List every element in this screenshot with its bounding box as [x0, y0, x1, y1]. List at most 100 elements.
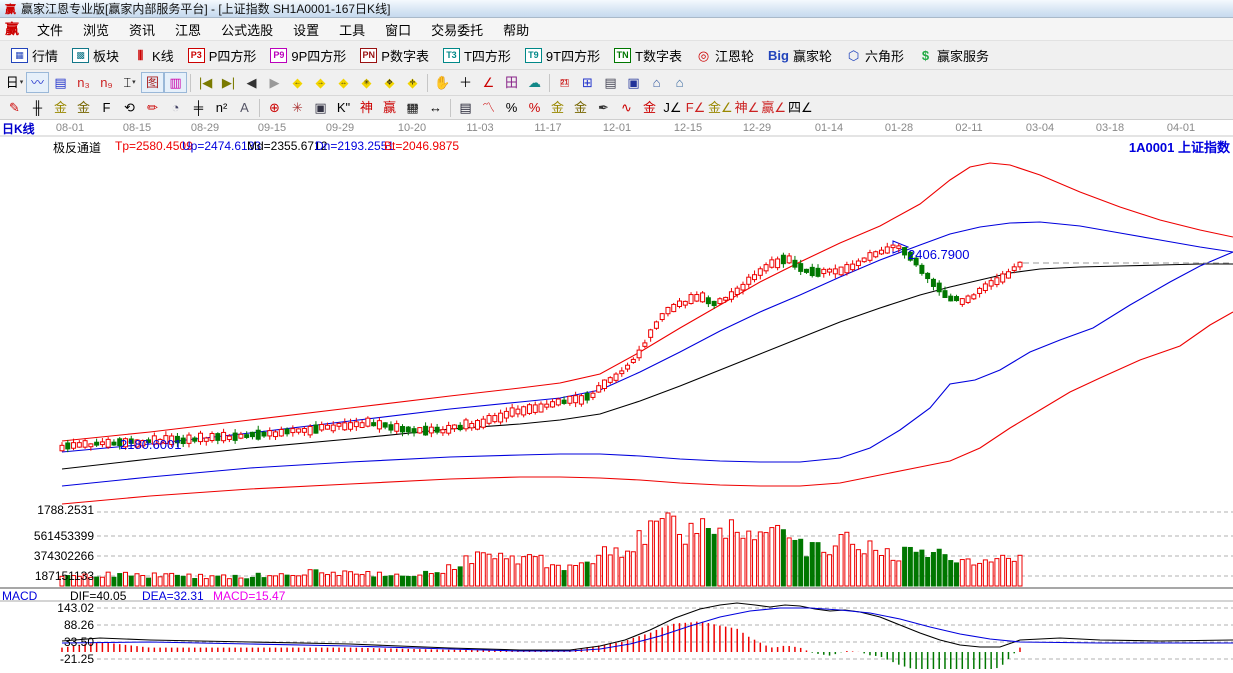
angle-ying-icon[interactable]: 赢∠ — [760, 97, 787, 118]
calculator-icon[interactable]: ⊞ — [576, 72, 599, 93]
diamond-cross-icon[interactable]: ◆ ✥ — [378, 72, 401, 93]
bars-9-icon[interactable]: n₉ — [95, 72, 118, 93]
remote-pc-icon[interactable]: ⌂ — [645, 72, 668, 93]
notes-icon[interactable]: ▤ — [599, 72, 622, 93]
hexagon-button[interactable]: ⬡ 六角形 — [839, 44, 911, 67]
pan-hand-icon[interactable]: ✋ — [431, 72, 454, 93]
indicator-name[interactable]: 极反通道 — [53, 139, 101, 156]
gold-circle-icon[interactable]: 金 — [546, 97, 569, 118]
next-bar-icon[interactable]: ▶ — [263, 72, 286, 93]
period-label: 日K线 — [2, 122, 35, 136]
sectors-button[interactable]: ▩ 板块 — [65, 44, 126, 67]
macd-axis-label-2: 88.26 — [63, 618, 94, 632]
diamond-lr-icon[interactable]: ◆ ↔ — [332, 72, 355, 93]
menu-item-文件[interactable]: 文件 — [27, 18, 73, 41]
crosshair-icon[interactable]: ＋ — [454, 72, 477, 93]
angle-j-icon[interactable]: J∠ — [661, 97, 684, 118]
candle-style-icon-dropdown-arrow: ▾ — [132, 79, 136, 86]
chart-area[interactable]: 08-01 08-15 08-29 09-15 09-29 10-20 11-03 11-17… — [0, 120, 1233, 673]
gold-red-box-icon[interactable]: 金 — [638, 97, 661, 118]
shen-ruler-icon[interactable]: 神 — [355, 97, 378, 118]
prev-bar-icon[interactable]: ◀ — [240, 72, 263, 93]
circle-cross-icon[interactable]: ⊕ — [263, 97, 286, 118]
diamond-move-icon[interactable]: ◆ ✛ — [401, 72, 424, 93]
indicator-dn-value: Dn=2193.2551 — [315, 139, 395, 153]
gold-lines-icon[interactable]: 金 — [569, 97, 592, 118]
diamond-star-icon[interactable]: ◆ ✳ — [355, 72, 378, 93]
bars-3-icon[interactable]: n₃ — [72, 72, 95, 93]
kline-button[interactable]: ⫴ K线 — [126, 44, 181, 67]
percent-icon[interactable]: % — [500, 97, 523, 118]
p-number-table-button[interactable]: PN P数字表 — [353, 44, 436, 67]
goto-first-icon[interactable]: |◀ — [194, 72, 217, 93]
n-squared-icon[interactable]: n² — [210, 97, 233, 118]
gold-ruler2-icon[interactable]: 金 — [72, 97, 95, 118]
goto-last-icon[interactable]: ▶| — [217, 72, 240, 93]
k-quote-icon[interactable]: K" — [332, 97, 355, 118]
9t-square-button[interactable]: T9 9T四方形 — [518, 44, 607, 67]
diamond-left-icon[interactable]: ◆ ← — [286, 72, 309, 93]
red-chart-icon[interactable]: 图 — [141, 72, 164, 93]
circle-ruler-icon-glyph: ◔ — [171, 100, 180, 115]
dense-ruler-icon[interactable]: ╪ — [187, 97, 210, 118]
winner-service-button[interactable]: $ 赢家服务 — [911, 44, 996, 67]
red-wave-icon[interactable]: ∿ — [615, 97, 638, 118]
remote-pc2-icon[interactable]: ⌂ — [668, 72, 691, 93]
pen-tool2-icon[interactable]: ✏ — [141, 97, 164, 118]
calendar-icon[interactable]: □ 21 — [553, 72, 576, 93]
angle-shen-icon[interactable]: 神∠ — [734, 97, 761, 118]
menu-item-交易委托[interactable]: 交易委托 — [421, 18, 493, 41]
menu-item-帮助[interactable]: 帮助 — [493, 18, 539, 41]
angle-four-icon[interactable]: 四∠ — [787, 97, 814, 118]
market-quotes-button[interactable]: ▦ 行情 — [4, 44, 65, 67]
gold-ruler1-icon[interactable]: 金 — [49, 97, 72, 118]
9p-square-button[interactable]: P9 9P四方形 — [263, 44, 353, 67]
fib-ruler-icon[interactable]: F — [95, 97, 118, 118]
h-span-icon[interactable]: ↔ — [424, 97, 447, 118]
thought-cloud-icon[interactable]: ☁ — [523, 72, 546, 93]
boxed-star-icon[interactable]: ▣ — [309, 97, 332, 118]
winner-wheel-button[interactable]: Big 赢家轮 — [761, 44, 839, 67]
window-titlebar[interactable]: 赢 赢家江恩专业版[赢家内部服务平台] - [上证指数 SH1A0001-167… — [0, 0, 1233, 18]
symbol-label[interactable]: 1A0001 上证指数 — [1129, 137, 1230, 156]
circle-ruler-icon[interactable]: ◔ — [164, 97, 187, 118]
save-icon[interactable]: ▣ — [622, 72, 645, 93]
angle-line-icon[interactable]: ∠ — [477, 72, 500, 93]
t-number-table-button[interactable]: TN T数字表 — [607, 44, 689, 67]
grid-123-icon[interactable]: ▦ 123 — [401, 97, 424, 118]
menu-item-设置[interactable]: 设置 — [283, 18, 329, 41]
quote-list-icon-glyph: ▤ — [54, 75, 67, 90]
p-square-button[interactable]: P3 P四方形 — [181, 44, 264, 67]
angle-j-icon-glyph: J∠ — [663, 100, 682, 115]
menu-item-资讯[interactable]: 资讯 — [119, 18, 165, 41]
spiral-icon[interactable]: ⟲ — [118, 97, 141, 118]
period-day-selector[interactable]: 日 ▾ — [3, 72, 26, 93]
angle-gold-icon[interactable]: 金∠ — [707, 97, 734, 118]
menu-item-公式选股[interactable]: 公式选股 — [211, 18, 283, 41]
gann-box-icon[interactable]: 田 — [500, 72, 523, 93]
menu-item-窗口[interactable]: 窗口 — [375, 18, 421, 41]
percent-line-icon[interactable]: % — [523, 97, 546, 118]
menu-item-浏览[interactable]: 浏览 — [73, 18, 119, 41]
star-rays-icon[interactable]: ✳ — [286, 97, 309, 118]
pen-tool-icon[interactable]: ✎ — [3, 97, 26, 118]
quote-list-icon[interactable]: ▤ — [49, 72, 72, 93]
scale-ruler-icon[interactable]: ╫ — [26, 97, 49, 118]
volume-axis-label-3: 187151133 — [34, 569, 94, 583]
menu-items: 文件 浏览 资讯 江恩 公式选股 设置 工具 窗口 交易委托 帮助 — [27, 18, 539, 41]
column-stats-icon[interactable]: ▤ — [454, 97, 477, 118]
tick-wave-icon[interactable]: 〰 — [26, 72, 49, 93]
color-chart-icon[interactable]: ▥ — [164, 72, 187, 93]
menu-item-工具[interactable]: 工具 — [329, 18, 375, 41]
t-square-button[interactable]: T3 T四方形 — [436, 44, 518, 67]
p-number-table-icon: PN — [360, 47, 378, 63]
candle-style-icon[interactable]: ⌶ ▾ — [118, 72, 141, 93]
angle-f-icon[interactable]: F∠ — [684, 97, 707, 118]
ying-ruler-icon[interactable]: 赢 — [378, 97, 401, 118]
ink-pen-icon[interactable]: ✒ — [592, 97, 615, 118]
menu-item-江恩[interactable]: 江恩 — [165, 18, 211, 41]
gann-wheel-button[interactable]: ◎ 江恩轮 — [689, 44, 761, 67]
a-line-icon[interactable]: A — [233, 97, 256, 118]
diamond-right-icon[interactable]: ◆ → — [309, 72, 332, 93]
percent-wave-icon[interactable]: 〽 — [477, 97, 500, 118]
